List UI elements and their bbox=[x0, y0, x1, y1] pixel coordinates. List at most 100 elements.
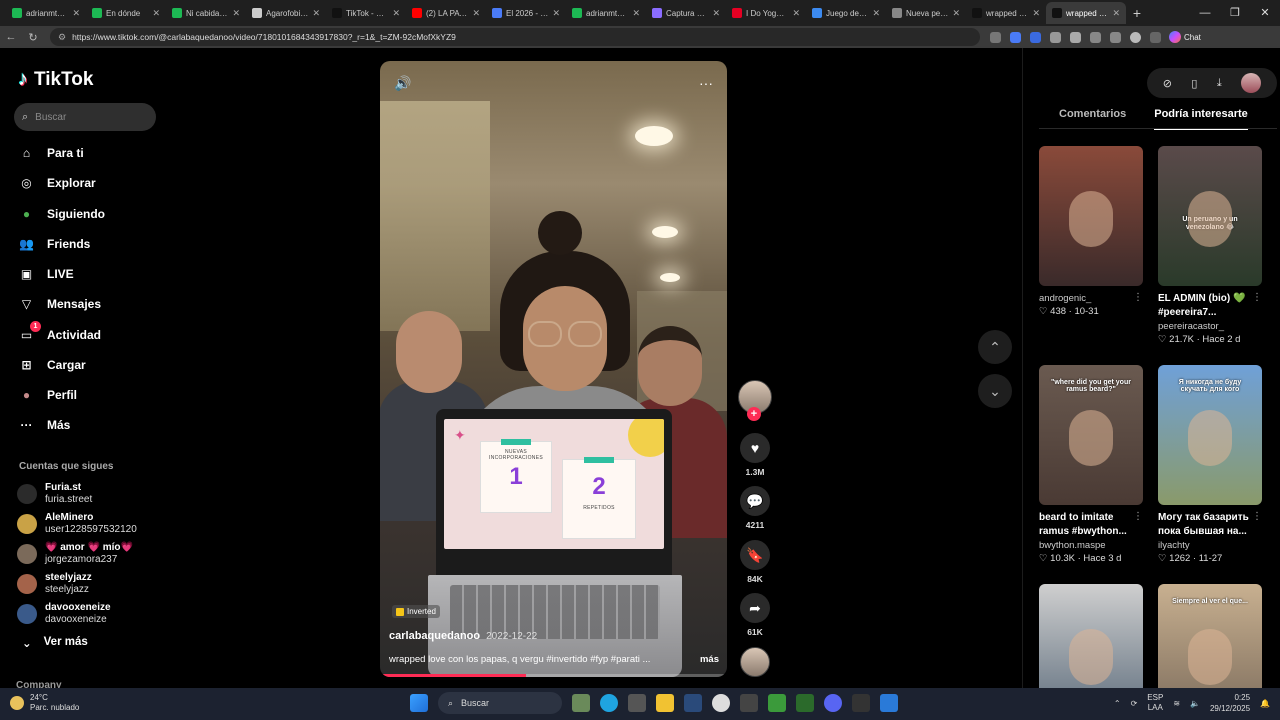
like-button[interactable]: ♥ 1.3M bbox=[737, 433, 773, 477]
followed-account[interactable]: 💗 amor 💗 mío💗 jorgezamora237 bbox=[17, 542, 133, 566]
tab-recommended[interactable]: Podría interesarte bbox=[1154, 108, 1248, 130]
tiktok-logo[interactable]: ♪ TikTok bbox=[18, 68, 93, 91]
recommended-video[interactable]: Я никогда не буду скучать для кого Могу т… bbox=[1158, 365, 1264, 565]
recommended-video[interactable]: Siempre al ver el que... bbox=[1158, 584, 1264, 688]
back-icon[interactable]: ← bbox=[0, 31, 22, 43]
recommended-video[interactable]: Un peruano y un venezolano 😂 EL ADMIN (bi… bbox=[1158, 146, 1264, 346]
sidebar-item-más[interactable]: ··· Más bbox=[18, 416, 71, 434]
recommended-video[interactable]: "where did you get your ramus beard?" bea… bbox=[1039, 365, 1145, 565]
browser-tab[interactable]: El 2026 - Coll✕ bbox=[486, 2, 566, 24]
minimize-icon[interactable]: — bbox=[1190, 0, 1220, 26]
browser-tab[interactable]: wrapped lov ✕ bbox=[966, 2, 1046, 24]
previous-video-button[interactable]: ⌃ bbox=[978, 330, 1012, 364]
chat-button[interactable]: Chat bbox=[1169, 31, 1201, 43]
sidebar-item-live[interactable]: ▣ LIVE bbox=[18, 265, 74, 283]
more-options-icon[interactable]: ⋮ bbox=[1252, 511, 1262, 522]
sidebar-item-mensajes[interactable]: ▽ Mensajes bbox=[18, 295, 101, 313]
close-tab-icon[interactable]: ✕ bbox=[872, 8, 880, 19]
save-button[interactable]: 🔖 84K bbox=[737, 540, 773, 584]
more-options-icon[interactable]: ··· bbox=[699, 75, 713, 91]
minecraft-icon[interactable] bbox=[768, 694, 786, 712]
extension-icon[interactable] bbox=[1030, 31, 1041, 43]
more-options-icon[interactable]: ⋮ bbox=[1133, 292, 1143, 303]
maximize-icon[interactable]: ❐ bbox=[1220, 0, 1250, 26]
browser-tab[interactable]: Agarofobia d ✕ bbox=[246, 2, 326, 24]
search-input[interactable]: ⌕ Buscar bbox=[14, 103, 156, 131]
company-link[interactable]: Company bbox=[16, 680, 62, 688]
volume-icon[interactable]: 🔈 bbox=[1190, 699, 1200, 708]
sound-avatar[interactable] bbox=[740, 647, 770, 677]
close-tab-icon[interactable]: ✕ bbox=[632, 8, 640, 19]
notifications-icon[interactable]: 🔔 bbox=[1260, 699, 1270, 708]
followed-account[interactable]: davooxeneize davooxeneize bbox=[17, 602, 111, 626]
close-tab-icon[interactable]: ✕ bbox=[552, 8, 560, 19]
recommended-video[interactable]: androgenic_ ♡ 438 · 10-31 ⋮ bbox=[1039, 146, 1145, 318]
next-video-button[interactable]: ⌄ bbox=[978, 374, 1012, 408]
profile-avatar-icon[interactable] bbox=[1130, 31, 1141, 43]
follow-plus-icon[interactable]: + bbox=[747, 407, 761, 421]
site-info-icon[interactable]: ⚙ bbox=[58, 32, 66, 43]
sidebar-item-perfil[interactable]: ● Perfil bbox=[18, 386, 77, 404]
sync-icon[interactable]: ⟳ bbox=[1131, 699, 1138, 708]
close-tab-icon[interactable]: ✕ bbox=[712, 8, 720, 19]
store-icon[interactable] bbox=[628, 694, 646, 712]
browser-tab[interactable]: Nueva pestañ✕ bbox=[886, 2, 966, 24]
menu-dots-icon[interactable] bbox=[1150, 31, 1161, 43]
user-avatar[interactable] bbox=[1241, 73, 1262, 93]
close-tab-icon[interactable]: ✕ bbox=[952, 8, 960, 19]
browser-tab[interactable]: Ni cabida co ✕ bbox=[166, 2, 246, 24]
video-progress-bar[interactable] bbox=[380, 674, 727, 677]
extension-icon[interactable] bbox=[1050, 31, 1061, 43]
widgets-icon[interactable] bbox=[572, 694, 590, 712]
close-tab-icon[interactable]: ✕ bbox=[72, 8, 80, 19]
wifi-icon[interactable]: ≋ bbox=[1173, 699, 1180, 708]
terminal-icon[interactable] bbox=[796, 694, 814, 712]
sidebar-item-siguiendo[interactable]: ● Siguiendo bbox=[18, 205, 105, 223]
taskbar-search[interactable]: ⌕ Buscar bbox=[438, 692, 562, 714]
see-more-button[interactable]: ⌄ Ver más bbox=[22, 636, 88, 650]
comment-button[interactable]: 💬 4211 bbox=[737, 486, 773, 530]
video-author[interactable]: carlabaquedanoo 2022-12-22 bbox=[389, 630, 537, 642]
url-field[interactable]: ⚙ https://www.tiktok.com/@carlabaquedano… bbox=[50, 28, 980, 46]
new-tab-button[interactable]: + bbox=[1126, 5, 1148, 21]
device-icon[interactable]: ▯ bbox=[1191, 77, 1197, 90]
chrome-icon[interactable] bbox=[712, 694, 730, 712]
close-tab-icon[interactable]: ✕ bbox=[152, 8, 160, 19]
close-tab-icon[interactable]: ✕ bbox=[392, 8, 400, 19]
close-tab-icon[interactable]: ✕ bbox=[792, 8, 800, 19]
epic-icon[interactable] bbox=[740, 694, 758, 712]
tab-comments[interactable]: Comentarios bbox=[1059, 108, 1126, 130]
extension-icon[interactable] bbox=[990, 31, 1001, 43]
followed-account[interactable]: AleMinero user1228597532120 bbox=[17, 512, 137, 536]
followed-account[interactable]: Furia.st furia.street bbox=[17, 482, 92, 506]
browser-tab[interactable]: Juego de ¡Ba✕ bbox=[806, 2, 886, 24]
browser-tab[interactable]: (2) LA PATRU✕ bbox=[406, 2, 486, 24]
sidebar-item-explorar[interactable]: ◎ Explorar bbox=[18, 174, 95, 192]
close-tab-icon[interactable]: ✕ bbox=[232, 8, 240, 19]
autoscroll-icon[interactable]: ⊘ bbox=[1163, 77, 1172, 90]
more-options-icon[interactable]: ⋮ bbox=[1133, 511, 1143, 522]
more-button[interactable]: más bbox=[700, 654, 719, 665]
clock[interactable]: 0:25 29/12/2025 bbox=[1210, 692, 1250, 714]
sidebar-item-cargar[interactable]: ⊞ Cargar bbox=[18, 356, 85, 374]
reload-icon[interactable]: ↻ bbox=[22, 31, 44, 44]
browser-tab[interactable]: En dónde ✕ bbox=[86, 2, 166, 24]
windows-start-icon[interactable] bbox=[410, 694, 428, 712]
close-window-icon[interactable]: ✕ bbox=[1250, 0, 1280, 26]
bookmark-star-icon[interactable] bbox=[1090, 31, 1101, 43]
close-tab-icon[interactable]: ✕ bbox=[1112, 8, 1120, 19]
browser-tab[interactable]: wrapped love✕ bbox=[1046, 2, 1126, 24]
volume-icon[interactable]: 🔊 bbox=[394, 75, 411, 92]
sidebar-item-actividad[interactable]: ▭ 1 Actividad bbox=[18, 320, 101, 344]
followed-account[interactable]: steelyjazz steelyjazz bbox=[17, 572, 92, 596]
video-player[interactable]: NUEVAS INCORPORACIONES 1 2 REPETIDOS ✦ 🔊… bbox=[380, 61, 727, 677]
extension-icon[interactable] bbox=[1070, 31, 1081, 43]
browser-tab[interactable]: I Do Yoga to ✕ bbox=[726, 2, 806, 24]
download-icon[interactable]: ⤓ bbox=[1217, 77, 1222, 90]
browser-tab[interactable]: adrianmts St ✕ bbox=[6, 2, 86, 24]
snipping-tool-icon[interactable] bbox=[880, 694, 898, 712]
effect-tag[interactable]: Inverted bbox=[392, 605, 440, 618]
close-tab-icon[interactable]: ✕ bbox=[312, 8, 320, 19]
weather-widget[interactable]: 24°C Parc. nublado bbox=[10, 693, 79, 713]
discord-icon[interactable] bbox=[824, 694, 842, 712]
